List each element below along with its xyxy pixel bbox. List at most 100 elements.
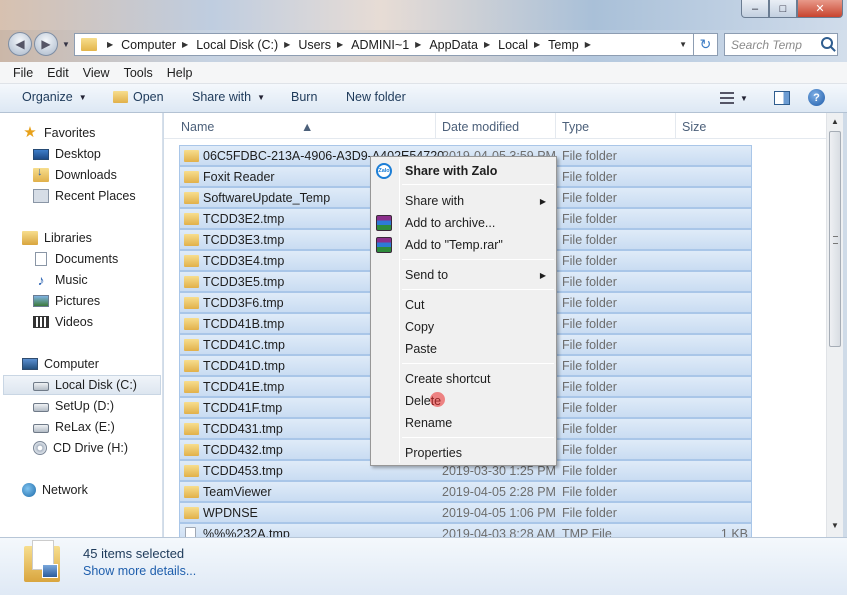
open-button[interactable]: Open xyxy=(113,90,164,104)
preview-pane-button[interactable] xyxy=(774,91,790,105)
breadcrumb-root-arrow[interactable]: ▶ xyxy=(101,40,121,49)
chevron-down-icon: ▼ xyxy=(78,92,87,102)
close-button[interactable]: ✕ xyxy=(797,0,843,18)
menu-item-add-to-temp-rar[interactable]: Add to "Temp.rar" xyxy=(373,234,554,256)
column-header-size[interactable]: Size xyxy=(682,120,706,134)
file-name: TCDD3F6.tmp xyxy=(203,295,284,310)
file-date-modified: 2019-04-05 1:06 PM xyxy=(442,505,556,520)
menu-item-properties[interactable]: Properties xyxy=(373,442,554,464)
file-date-modified: 2019-04-05 2:28 PM xyxy=(442,484,556,499)
address-bar[interactable]: ▶ Computer ▶ Local Disk (C:) ▶ Users ▶ ADMI… xyxy=(74,33,694,56)
menu-edit[interactable]: Edit xyxy=(47,66,69,80)
scrollbar-thumb[interactable] xyxy=(829,131,841,347)
breadcrumb-appdata[interactable]: AppData ▶ xyxy=(429,38,498,52)
back-button[interactable]: ◀ xyxy=(8,32,32,56)
organize-button[interactable]: Organize ▼ xyxy=(22,90,87,104)
winrar-icon xyxy=(376,215,392,231)
menu-tools[interactable]: Tools xyxy=(124,66,153,80)
new-folder-button[interactable]: New folder xyxy=(346,90,406,104)
sidebar-network[interactable]: Network xyxy=(22,480,184,500)
menu-item-delete[interactable]: Delete xyxy=(373,390,554,412)
folder-icon xyxy=(184,401,199,414)
table-row[interactable]: %%%232A.tmp 2019-04-03 8:28 AM TMP File 1 K… xyxy=(179,523,752,537)
scroll-up-icon[interactable]: ▲ xyxy=(831,117,839,126)
menu-item-share-with-zalo[interactable]: Zalo Share with Zalo xyxy=(373,160,554,182)
burn-button[interactable]: Burn xyxy=(291,90,317,104)
file-name: TCDD3E2.tmp xyxy=(203,211,285,226)
submenu-arrow-icon: ▶ xyxy=(539,196,546,206)
desktop-icon xyxy=(33,148,49,160)
vertical-scrollbar[interactable]: ▲ ▼ xyxy=(826,113,843,537)
breadcrumb-admini[interactable]: ADMINI~1 ▶ xyxy=(351,38,429,52)
menu-item-add-to-archive[interactable]: Add to archive... xyxy=(373,212,554,234)
back-arrow-icon: ◀ xyxy=(15,37,25,51)
file-type: TMP File xyxy=(562,526,612,538)
table-row[interactable]: WPDNSE 2019-04-05 1:06 PM File folder xyxy=(179,502,752,523)
menu-item-rename[interactable]: Rename xyxy=(373,412,554,434)
sidebar-favorites[interactable]: ★ Favorites xyxy=(22,123,184,143)
file-name: TeamViewer xyxy=(203,484,272,499)
help-button[interactable]: ? xyxy=(808,89,825,106)
breadcrumb-local-disk[interactable]: Local Disk (C:) ▶ xyxy=(196,38,298,52)
menu-item-send-to[interactable]: Send to ▶ xyxy=(373,264,554,286)
folder-icon xyxy=(184,275,199,288)
forward-button[interactable]: ▶ xyxy=(34,32,58,56)
breadcrumb-local[interactable]: Local ▶ xyxy=(498,38,548,52)
folder-icon xyxy=(184,464,199,477)
search-icon[interactable] xyxy=(821,37,833,49)
winrar-icon xyxy=(376,237,392,253)
sidebar-item-local-disk[interactable]: Local Disk (C:) xyxy=(3,375,161,395)
click-indicator xyxy=(430,392,445,407)
views-icon xyxy=(720,92,734,104)
file-type: File folder xyxy=(562,190,617,205)
share-with-button[interactable]: Share with ▼ xyxy=(192,90,265,104)
music-icon: ♪ xyxy=(37,272,45,288)
sidebar-libraries[interactable]: Libraries xyxy=(22,228,184,248)
file-name: TCDD432.tmp xyxy=(203,442,283,457)
menu-help[interactable]: Help xyxy=(167,66,193,80)
menu-item-cut[interactable]: Cut xyxy=(373,294,554,316)
file-name: TCDD41E.tmp xyxy=(203,379,285,394)
table-row[interactable]: TeamViewer 2019-04-05 2:28 PM File folder xyxy=(179,481,752,502)
column-header-name[interactable]: Name xyxy=(181,120,214,134)
breadcrumb-computer[interactable]: Computer ▶ xyxy=(121,38,196,52)
menu-item-paste[interactable]: Paste xyxy=(373,338,554,360)
search-input[interactable]: Search Temp xyxy=(724,33,838,56)
file-type: File folder xyxy=(562,253,617,268)
breadcrumb-users[interactable]: Users ▶ xyxy=(298,38,351,52)
maximize-button[interactable]: □ xyxy=(769,0,797,18)
minimize-button[interactable]: ‒ xyxy=(741,0,769,18)
change-view-button[interactable]: ▼ xyxy=(720,92,748,104)
menu-view[interactable]: View xyxy=(83,66,110,80)
scroll-down-icon[interactable]: ▼ xyxy=(831,521,839,530)
sidebar-computer[interactable]: Computer xyxy=(22,354,184,374)
open-folder-icon xyxy=(113,91,128,103)
breadcrumb-temp[interactable]: Temp ▶ xyxy=(548,38,599,52)
forward-arrow-icon: ▶ xyxy=(41,37,51,51)
column-header-type[interactable]: Type xyxy=(562,120,589,134)
menu-item-copy[interactable]: Copy xyxy=(373,316,554,338)
file-type: File folder xyxy=(562,484,617,499)
address-dropdown-icon[interactable]: ▼ xyxy=(679,40,687,49)
refresh-button[interactable]: ↻ xyxy=(694,33,718,56)
column-header-date-modified[interactable]: Date modified xyxy=(442,120,519,134)
file-type: File folder xyxy=(562,379,617,394)
menu-item-create-shortcut[interactable]: Create shortcut xyxy=(373,368,554,390)
recent-pages-dropdown[interactable]: ▼ xyxy=(62,40,70,49)
file-type: File folder xyxy=(562,211,617,226)
star-icon: ★ xyxy=(23,124,37,141)
file-type: File folder xyxy=(562,400,617,415)
file-type: File folder xyxy=(562,337,617,352)
pictures-icon xyxy=(33,295,49,307)
folder-icon xyxy=(184,317,199,330)
cd-drive-icon xyxy=(33,441,47,455)
navigation-bar: ◀ ▶ ▼ ▶ Computer ▶ Local Disk (C:) ▶ Users… xyxy=(0,30,847,62)
help-icon: ? xyxy=(808,89,825,106)
file-name: WPDNSE xyxy=(203,505,258,520)
file-name: TCDD453.tmp xyxy=(203,463,283,478)
show-more-details-link[interactable]: Show more details... xyxy=(83,564,196,578)
menu-file[interactable]: File xyxy=(13,66,33,80)
folder-icon xyxy=(184,149,199,162)
menu-item-share-with[interactable]: Share with ▶ xyxy=(373,190,554,212)
downloads-icon xyxy=(33,166,49,182)
